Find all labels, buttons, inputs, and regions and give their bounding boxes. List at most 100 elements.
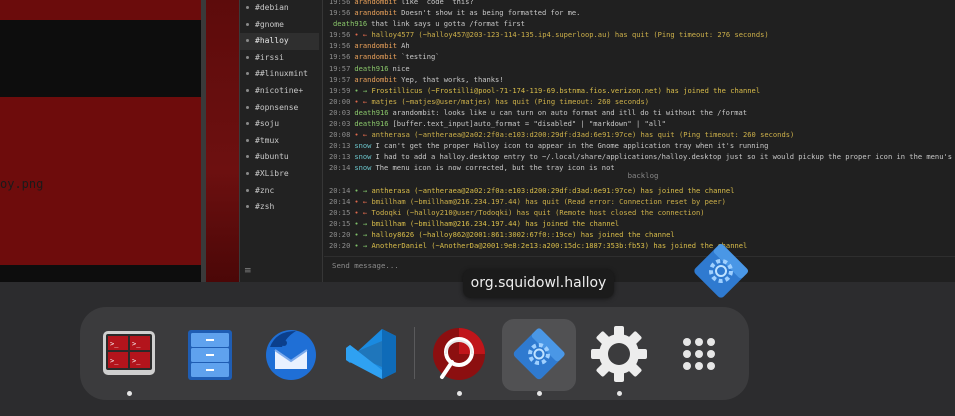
halloy-icon [513, 328, 565, 380]
message-line: 19:59 • → Frostillicus (~Frostilli@pool-7… [323, 85, 955, 96]
quit-arrow-icon: • ← [354, 96, 372, 106]
message-buffer[interactable]: 19:56 arandombit like `code` this? 19:56 ara… [323, 0, 955, 258]
dock-item-app-grid[interactable] [662, 319, 736, 391]
channel-label: #znc [255, 185, 275, 195]
message-text: halloy8626 (~halloy862@2001:861:3002:67f… [371, 229, 675, 239]
channel-label: #halloy [255, 36, 289, 46]
message-nick[interactable]: death916 [354, 108, 388, 117]
channel-item[interactable]: #nicotine+ [240, 83, 322, 100]
message-line: 20:15 • ← Todoqki (~halloy210@user/Todoqk… [323, 207, 955, 218]
message-timestamp: 20:14 [329, 185, 351, 195]
browser-icon [433, 328, 485, 380]
message-nick[interactable]: death916 [354, 64, 388, 73]
message-line: 20:15 • → bmillham (~bmillham@216.234.197… [323, 218, 955, 229]
filename-text: oy.png [0, 177, 44, 191]
message-line: 19:56 arandombit Doesn't show it as being … [323, 7, 955, 18]
channel-list: #debian #gnome #halloy #irssi ##linuxmint #ni… [240, 0, 322, 216]
message-text: halloy4577 (~halloy457@203-123-114-135.i… [371, 30, 769, 40]
message-timestamp: 19:56 [329, 0, 351, 6]
svg-text:>_: >_ [110, 340, 119, 348]
message-timestamp: 19:57 [329, 74, 351, 84]
channel-item[interactable]: #debian [240, 0, 322, 17]
message-timestamp: 20:20 [329, 229, 351, 239]
message-line: 20:03 death916 [buffer.text_input]auto_for… [323, 118, 955, 129]
channel-bullet-icon [246, 138, 249, 142]
channel-item[interactable]: #halloy [240, 33, 319, 50]
channel-label: #gnome [255, 19, 284, 29]
channel-item[interactable]: #opnsense [240, 100, 322, 117]
channel-item[interactable]: ##linuxmint [240, 66, 322, 83]
message-timestamp: 19:56 [329, 41, 351, 51]
join-arrow-icon: • → [354, 185, 372, 195]
channel-bullet-icon [246, 39, 249, 43]
terminal-icon: >_ >_ >_ >_ [103, 331, 155, 375]
message-timestamp: 20:03 [329, 107, 351, 117]
message-input[interactable]: Send message... [324, 256, 955, 275]
dock-item-settings[interactable] [582, 319, 656, 396]
message-line: 19:56 arandombit like `code` this? [323, 0, 955, 7]
channel-label: #nicotine+ [255, 85, 304, 95]
message-timestamp: 20:00 [329, 96, 351, 106]
dock-item-vscode[interactable] [334, 319, 408, 391]
background-terminal-window[interactable]: oy.png [0, 0, 206, 282]
channel-bullet-icon [246, 55, 249, 59]
gear-icon [591, 326, 647, 382]
channel-bullet-icon [246, 205, 249, 209]
message-nick[interactable]: arandombit [354, 8, 397, 17]
message-nick[interactable]: death916 [333, 19, 367, 28]
message-text: arandombit: looks like u can turn on aut… [392, 107, 748, 117]
message-timestamp: 20:08 [329, 130, 351, 140]
message-text: Doesn't show it as being formatted for m… [401, 8, 581, 18]
channel-item[interactable]: #ubuntu [240, 149, 322, 166]
dock-item-halloy[interactable] [502, 319, 576, 396]
channel-bullet-icon [246, 72, 249, 76]
message-input-placeholder: Send message... [332, 261, 399, 270]
join-arrow-icon: • → [354, 229, 372, 239]
message-timestamp: 20:15 [329, 218, 351, 228]
message-nick[interactable]: arandombit [354, 0, 397, 6]
message-text: Todoqki (~halloy210@user/Todoqki) has qu… [371, 207, 705, 217]
quit-arrow-icon: • ← [354, 196, 372, 206]
message-nick[interactable]: arandombit [354, 75, 397, 84]
message-line: 20:14 • → antherasa (~antheraea@2a02:2f0a… [323, 185, 955, 196]
channel-item[interactable]: #XLibre [240, 166, 322, 183]
message-lines: 19:56 arandombit like `code` this? 19:56 ara… [323, 0, 955, 251]
dock-separator [414, 327, 415, 379]
dock-item-thunderbird[interactable] [254, 319, 328, 391]
message-text: nice [392, 63, 410, 73]
halloy-window[interactable]: #debian #gnome #halloy #irssi ##linuxmint #ni… [239, 0, 955, 282]
channel-item[interactable]: #gnome [240, 17, 322, 34]
quit-arrow-icon: • ← [354, 207, 372, 217]
dock: >_ >_ >_ >_ [80, 307, 749, 400]
dock-item-browser[interactable] [422, 319, 496, 396]
channel-label: #XLibre [255, 168, 289, 178]
dock-item-terminal[interactable]: >_ >_ >_ >_ [92, 319, 166, 396]
message-timestamp: 20:03 [329, 119, 351, 129]
message-line: 20:13 snow I can't get the proper Halloy i… [323, 140, 955, 151]
svg-text:>_: >_ [132, 357, 141, 365]
message-nick[interactable]: snow [354, 152, 371, 161]
channel-bullet-icon [246, 171, 249, 175]
channel-label: #debian [255, 3, 289, 12]
message-timestamp: 19:56 [329, 30, 351, 40]
channel-item[interactable]: #zsh [240, 199, 322, 216]
channel-item[interactable]: #tmux [240, 133, 322, 150]
halloy-drag-icon[interactable] [690, 240, 752, 302]
channel-item[interactable]: #soju [240, 116, 322, 133]
join-arrow-icon: • → [354, 218, 372, 228]
message-nick[interactable]: arandombit [354, 52, 397, 61]
vscode-icon [346, 329, 396, 379]
message-nick[interactable]: death916 [354, 119, 388, 128]
message-nick[interactable]: arandombit [354, 41, 397, 50]
channel-bullet-icon [246, 22, 249, 26]
channel-item[interactable]: #irssi [240, 50, 322, 67]
message-nick[interactable]: snow [354, 141, 371, 150]
message-line: 19:56 arandombit Ah [323, 40, 955, 51]
dock-item-files[interactable] [173, 319, 247, 391]
dock-tooltip: org.squidowl.halloy [463, 269, 614, 298]
message-text: `testing` [401, 52, 440, 62]
channel-item[interactable]: #znc [240, 183, 322, 200]
message-text: Ah [401, 41, 410, 51]
sidebar-menu-icon[interactable]: ≡ [244, 266, 252, 276]
message-timestamp: 19:56 [329, 8, 351, 18]
